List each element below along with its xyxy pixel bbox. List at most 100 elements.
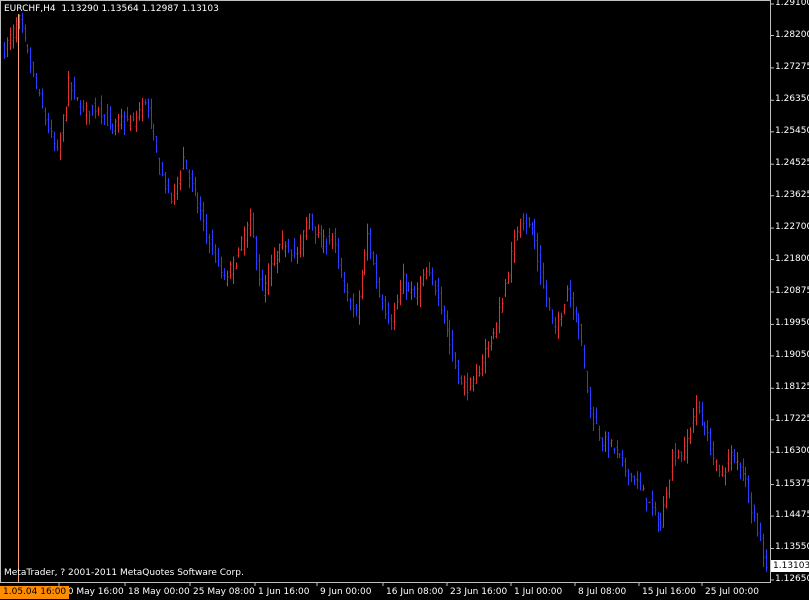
ohlc-bar (223, 268, 226, 280)
ohlc-bar (273, 247, 276, 267)
ohlc-bar (255, 235, 258, 271)
ohlc-bar (701, 401, 704, 426)
ohlc-bar (645, 497, 648, 512)
ohlc-bar (554, 316, 557, 335)
ohlc-bar (583, 344, 586, 369)
ohlc-bar (762, 533, 765, 567)
ohlc-bar (448, 319, 451, 355)
ohlc-bar (9, 27, 12, 51)
ohlc-bar (706, 420, 709, 442)
ohlc-bar (308, 213, 311, 230)
time-tick-label: 16 Jun 08:00 (386, 587, 444, 597)
ohlc-bar (147, 98, 150, 119)
ohlc-bar (598, 425, 601, 441)
ohlc-bar (683, 436, 686, 461)
ohlc-bar (718, 464, 721, 478)
ohlc-bar (384, 295, 387, 320)
ohlc-bar (492, 328, 495, 340)
ohlc-bar (405, 273, 408, 300)
ohlc-bar (642, 484, 645, 491)
ohlc-bar (47, 112, 50, 134)
ohlc-bar (446, 310, 449, 338)
time-tick-label: 25 Jul 00:00 (705, 587, 759, 597)
ohlc-bar (481, 354, 484, 377)
ohlc-bar (390, 314, 393, 331)
ohlc-bar (545, 280, 548, 308)
ohlc-bar (59, 132, 62, 161)
ohlc-bar (211, 229, 214, 256)
ohlc-bar (296, 246, 299, 264)
ohlc-bar (325, 238, 328, 255)
ohlc-bar (94, 97, 97, 119)
ohlc-bar (73, 76, 76, 100)
time-tick-label: 18 May 00:00 (128, 587, 190, 597)
ohlc-bar (765, 549, 768, 572)
ohlc-bar (636, 471, 639, 489)
ohlc-bar (88, 110, 91, 125)
time-tick-label: 8 Jul 08:00 (578, 587, 627, 597)
ohlc-bar (126, 106, 129, 122)
ohlc-bars (3, 12, 768, 572)
ohlc-bar (129, 114, 132, 131)
ohlc-bar (208, 233, 211, 254)
ohlc-bar (425, 267, 428, 280)
chart-window[interactable]: EURCHF,H4 1.13290 1.13564 1.12987 1.1310… (0, 0, 809, 600)
ohlc-bar (138, 101, 141, 121)
ohlc-bar (103, 114, 106, 126)
ohlc-bar (692, 407, 695, 433)
ohlc-bar (616, 440, 619, 459)
ohlc-bar (366, 223, 369, 261)
ohlc-bar (314, 226, 317, 244)
ohlc-bar (161, 161, 164, 177)
ohlc-bar (67, 70, 70, 107)
price-tick-label: 1.22700 (775, 222, 809, 233)
price-tick-label: 1.29100 (775, 0, 809, 8)
ohlc-bar (393, 302, 396, 331)
ohlc-bar (15, 17, 18, 43)
ohlc-bar (287, 238, 290, 254)
ohlc-bar (317, 224, 320, 238)
ohlc-bar (56, 139, 59, 152)
ohlc-bar (475, 363, 478, 384)
time-cursor-label: 1.05.04 16:00 (0, 586, 70, 599)
ohlc-bar (26, 44, 29, 54)
ohlc-bar (399, 280, 402, 306)
ohlc-bar (372, 251, 375, 266)
ohlc-bar (624, 457, 627, 477)
ohlc-bar (337, 237, 340, 269)
ohlc-bar (504, 278, 507, 298)
price-tick-label: 1.19950 (775, 318, 809, 329)
ohlc-bar (495, 322, 498, 339)
ohlc-bar (610, 439, 613, 448)
ohlc-bar (167, 178, 170, 194)
ohlc-bar (290, 249, 293, 262)
ohlc-bar (100, 95, 103, 125)
ohlc-bar (199, 196, 202, 221)
ohlc-bar (12, 24, 15, 49)
ohlc-bar (237, 247, 240, 258)
ohlc-bar (196, 192, 199, 214)
ohlc-bar (217, 247, 220, 267)
price-tick-label: 1.12650 (775, 574, 809, 584)
ohlc-bar (633, 475, 636, 486)
plot-border (0, 0, 771, 583)
price-tick-label: 1.27275 (775, 61, 809, 72)
ohlc-bar (457, 359, 460, 385)
ohlc-bar (123, 111, 126, 136)
price-tick-label: 1.17225 (775, 413, 809, 424)
price-chart[interactable] (0, 0, 809, 600)
ohlc-bar (194, 176, 197, 197)
ohlc-bar (179, 170, 182, 191)
ohlc-bar (595, 407, 598, 425)
ohlc-bar (513, 229, 516, 264)
ohlc-bar (671, 448, 674, 481)
ohlc-bar (739, 462, 742, 480)
ohlc-bar (150, 98, 153, 130)
ohlc-bar (686, 429, 689, 464)
ohlc-bar (232, 256, 235, 284)
ohlc-bar (328, 228, 331, 245)
ohlc-bar (302, 230, 305, 257)
time-tick-label: 15 Jul 16:00 (642, 587, 696, 597)
price-tick-label: 1.16300 (775, 446, 809, 457)
ohlc-bar (490, 335, 493, 351)
